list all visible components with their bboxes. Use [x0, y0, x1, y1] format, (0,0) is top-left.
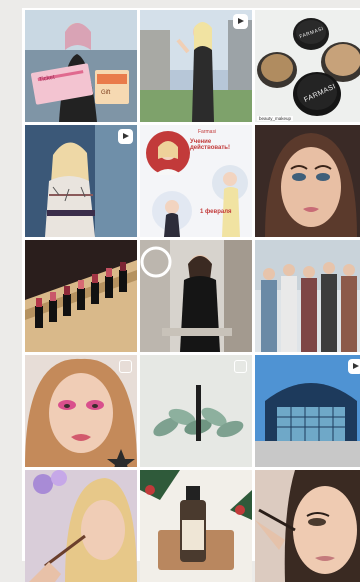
tile-cream-jars[interactable]: FARMASI FARMASI beauty_makeup: [255, 10, 360, 122]
tile-promo-collage[interactable]: Farmasi Учение действовать! 1 февраля: [140, 125, 252, 237]
tile-glam-portrait[interactable]: [255, 125, 360, 237]
tile-cream-jars-image: [255, 10, 360, 122]
tile-outdoor-pose[interactable]: [140, 10, 252, 122]
tile-makeup-application-image: [25, 470, 137, 582]
promo-headline: Учение действовать!: [190, 139, 230, 151]
reel-icon: [233, 14, 248, 29]
reel-icon: [348, 359, 360, 374]
tile-serum-bottle-image: [140, 470, 252, 582]
tile-eye-makeup[interactable]: [255, 470, 360, 582]
profile-grid-frame: Ticket Gift FARMASI FARMASI beauty_makeu…: [22, 8, 360, 582]
promo-date: 1 февраля: [200, 209, 232, 215]
account-tag: beauty_makeup: [257, 116, 294, 121]
tile-office-building-image: [255, 355, 360, 467]
carousel-icon: [119, 360, 132, 373]
gift-label: Gift: [101, 90, 111, 96]
carousel-icon: [234, 360, 247, 373]
tile-makeup-artist[interactable]: [140, 240, 252, 352]
tile-makeup-application[interactable]: [25, 470, 137, 582]
reel-icon: [118, 129, 133, 144]
tile-colorful-makeup[interactable]: [25, 355, 137, 467]
tile-office-building[interactable]: [255, 355, 360, 467]
tile-event-ticket[interactable]: Ticket Gift: [25, 10, 137, 122]
tile-portrait-window[interactable]: [25, 125, 137, 237]
tile-group-photo[interactable]: [255, 240, 360, 352]
tile-lipstick-display[interactable]: [25, 240, 137, 352]
tile-serum-bottle[interactable]: [140, 470, 252, 582]
promo-brand: Farmasi: [198, 129, 217, 135]
tile-event-ticket-image: [25, 10, 137, 122]
tile-lipstick-display-image: [25, 240, 137, 352]
post-grid: Ticket Gift FARMASI FARMASI beauty_makeu…: [25, 10, 360, 582]
tile-product-leaves[interactable]: [140, 355, 252, 467]
tile-eye-makeup-image: [255, 470, 360, 582]
tile-makeup-artist-image: [140, 240, 252, 352]
tile-group-photo-image: [255, 240, 360, 352]
tile-glam-portrait-image: [255, 125, 360, 237]
